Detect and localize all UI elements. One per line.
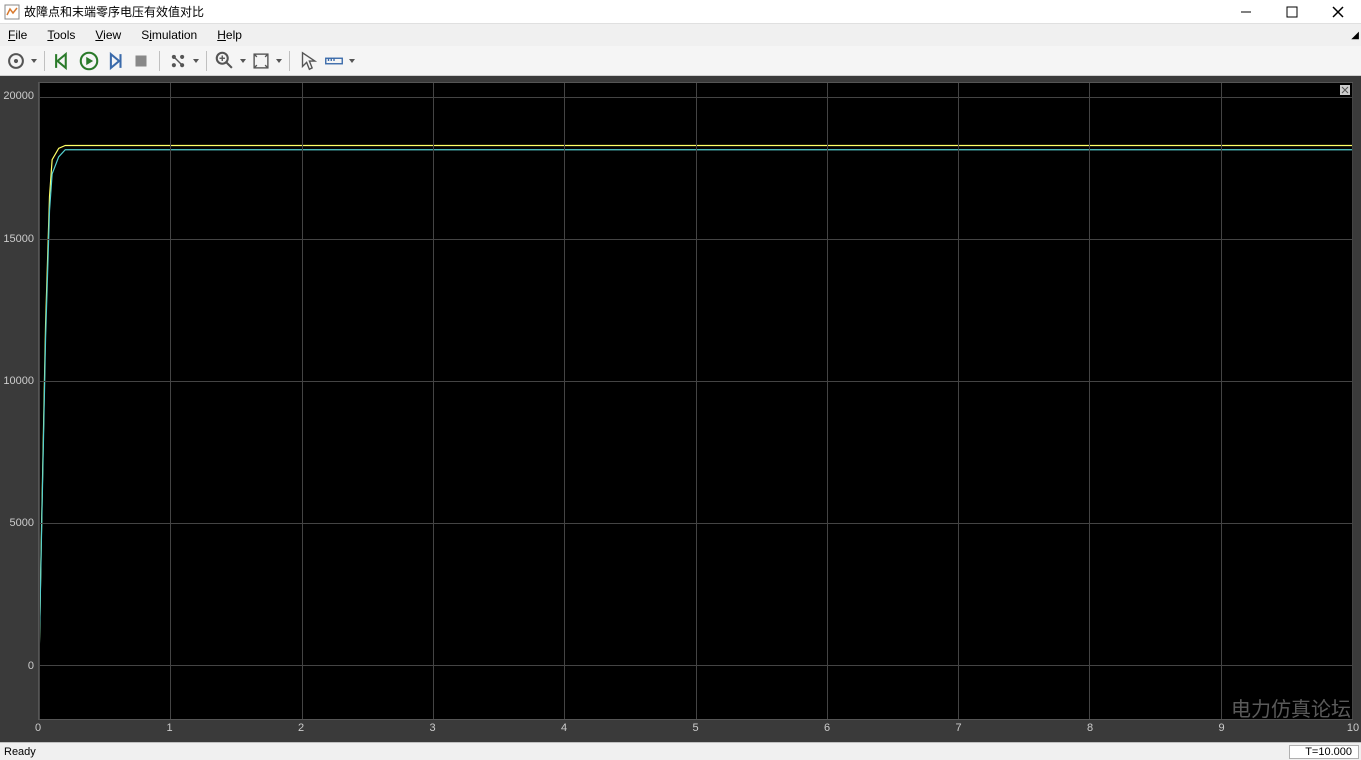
x-tick-label: 1 [166,722,172,734]
toolbar-separator [44,51,45,71]
x-tick-label: 2 [298,722,304,734]
window-title: 故障点和末端零序电压有效值对比 [24,3,1223,20]
status-bar: Ready T=10.000 [0,742,1361,760]
minimize-button[interactable] [1223,0,1269,24]
menu-file[interactable]: File [8,28,27,42]
x-tick-label: 8 [1087,722,1093,734]
zoom-button[interactable] [213,49,237,73]
menu-view[interactable]: View [95,28,121,42]
menu-tools[interactable]: Tools [47,28,75,42]
signal-dropdown-icon[interactable] [192,57,200,65]
step-forward-button[interactable] [103,49,127,73]
x-tick-label: 7 [955,722,961,734]
x-tick-label: 4 [561,722,567,734]
close-button[interactable] [1315,0,1361,24]
x-axis: 012345678910 [38,720,1353,742]
toolbar-separator [206,51,207,71]
y-tick-label: 20000 [3,90,34,102]
y-tick-label: 10000 [3,375,34,387]
toolbar-separator [289,51,290,71]
stop-button[interactable] [129,49,153,73]
settings-button[interactable] [4,49,28,73]
zoom-dropdown-icon[interactable] [239,57,247,65]
y-tick-label: 5000 [10,517,34,529]
cursor-button[interactable] [296,49,320,73]
title-bar: 故障点和末端零序电压有效值对比 [0,0,1361,24]
menu-simulation[interactable]: Simulation [141,28,197,42]
app-icon [4,4,20,20]
y-tick-label: 0 [28,660,34,672]
menu-bar: File Tools View Simulation Help ◢ [0,24,1361,46]
step-back-button[interactable] [51,49,75,73]
x-tick-label: 9 [1218,722,1224,734]
autoscale-button[interactable] [249,49,273,73]
ribbon-collapse-icon[interactable]: ◢ [1351,30,1359,41]
x-tick-label: 6 [824,722,830,734]
x-tick-label: 5 [692,722,698,734]
menu-help[interactable]: Help [217,28,242,42]
chart[interactable] [38,82,1353,720]
signal-selector-button[interactable] [166,49,190,73]
toolbar-separator [159,51,160,71]
x-tick-label: 3 [429,722,435,734]
x-tick-label: 10 [1347,722,1359,734]
autoscale-dropdown-icon[interactable] [275,57,283,65]
status-ready: Ready [0,746,1289,758]
y-axis: 0 5000 10000 15000 20000 [0,76,38,742]
maximize-button[interactable] [1269,0,1315,24]
y-tick-label: 15000 [3,233,34,245]
settings-dropdown-icon[interactable] [30,57,38,65]
measure-button[interactable] [322,49,346,73]
run-button[interactable] [77,49,101,73]
x-tick-label: 0 [35,722,41,734]
toolbar [0,46,1361,76]
status-time: T=10.000 [1289,745,1359,759]
plot-area: 05000100001500020000 012345678910 电力仿真论坛 [0,76,1361,742]
measure-dropdown-icon[interactable] [348,57,356,65]
